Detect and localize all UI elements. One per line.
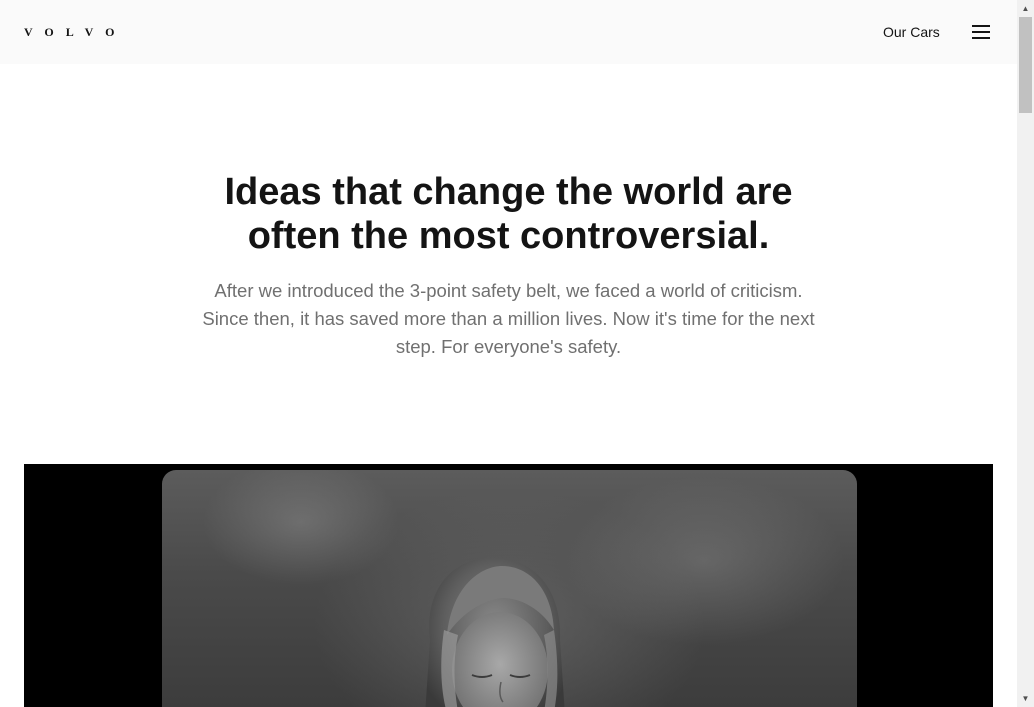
girl-photo bbox=[162, 470, 857, 707]
scroll-up-arrow-icon[interactable]: ▲ bbox=[1017, 0, 1034, 17]
hero-description: After we introduced the 3-point safety b… bbox=[202, 280, 815, 357]
vertical-scrollbar[interactable]: ▲ ▼ bbox=[1017, 0, 1034, 707]
hero-section: Ideas that change the world are often th… bbox=[0, 170, 1017, 361]
site-header: VOLVO Our Cars bbox=[0, 0, 1017, 64]
hero-media[interactable] bbox=[24, 464, 993, 707]
scroll-down-arrow-icon[interactable]: ▼ bbox=[1017, 690, 1034, 707]
girl-silhouette bbox=[425, 558, 565, 707]
scrollbar-thumb[interactable] bbox=[1019, 17, 1032, 113]
hamburger-menu-icon[interactable] bbox=[972, 24, 990, 40]
hero-title: Ideas that change the world are often th… bbox=[224, 171, 793, 257]
volvo-logo[interactable]: VOLVO bbox=[24, 25, 126, 39]
page: VOLVO Our Cars Ideas that change the wor… bbox=[0, 0, 1017, 707]
nav-link-our-cars[interactable]: Our Cars bbox=[883, 23, 940, 41]
